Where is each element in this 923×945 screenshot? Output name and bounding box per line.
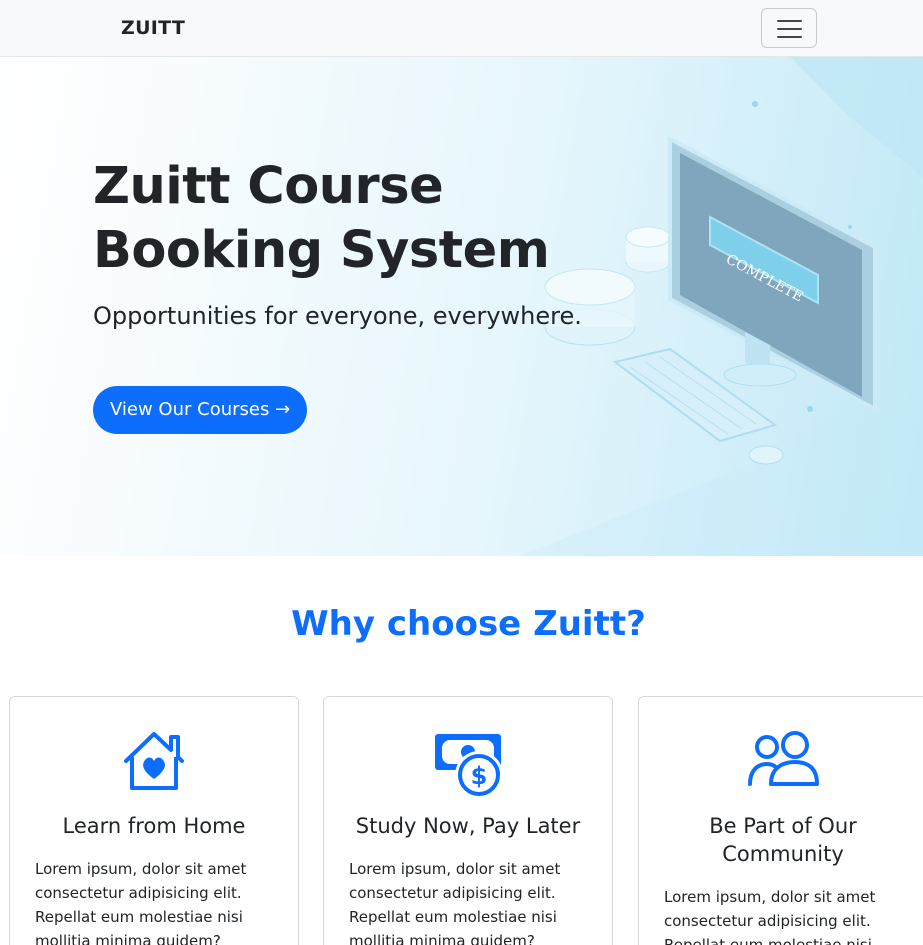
cash-coin-icon: $	[435, 734, 503, 799]
feature-card-icon-wrap	[10, 729, 298, 801]
brand-logo[interactable]: ZUITT	[121, 17, 185, 39]
house-heart-icon	[124, 732, 184, 790]
feature-card-learn-from-home: Learn from Home Lorem ipsum, dolor sit a…	[9, 696, 299, 945]
feature-card-title: Be Part of Our Community	[709, 814, 857, 866]
hero-banner: COMPLETE Zuitt Course Booking System Opp…	[0, 57, 923, 556]
feature-card-text: Lorem ipsum, dolor sit amet consectetur …	[35, 860, 247, 945]
feature-card-title: Learn from Home	[62, 814, 246, 838]
feature-card-text: Lorem ipsum, dolor sit amet consectetur …	[664, 888, 876, 945]
feature-card-study-now-pay-later: $ Study Now, Pay Later Lorem ipsum, dolo…	[323, 696, 613, 945]
feature-card-title: Study Now, Pay Later	[355, 814, 581, 838]
feature-card-icon-wrap	[639, 729, 923, 801]
navbar-toggler-button[interactable]	[761, 8, 817, 48]
feature-card-text: Lorem ipsum, dolor sit amet consectetur …	[349, 860, 561, 945]
hero-subtitle: Opportunities for everyone, everywhere.	[93, 302, 582, 330]
hamburger-menu-icon-bar	[777, 36, 802, 38]
hero-title: Zuitt Course Booking System	[93, 157, 550, 280]
hamburger-menu-icon	[777, 20, 802, 22]
view-courses-button[interactable]: View Our Courses →	[93, 386, 308, 434]
navbar: ZUITT	[0, 0, 923, 57]
people-icon	[748, 731, 819, 786]
features-heading: Why choose Zuitt?	[291, 604, 646, 644]
hamburger-menu-icon-bar	[777, 28, 802, 30]
svg-text:$: $	[471, 762, 488, 790]
feature-card-community: Be Part of Our Community Lorem ipsum, do…	[638, 696, 923, 945]
feature-card-icon-wrap: $	[324, 729, 612, 801]
